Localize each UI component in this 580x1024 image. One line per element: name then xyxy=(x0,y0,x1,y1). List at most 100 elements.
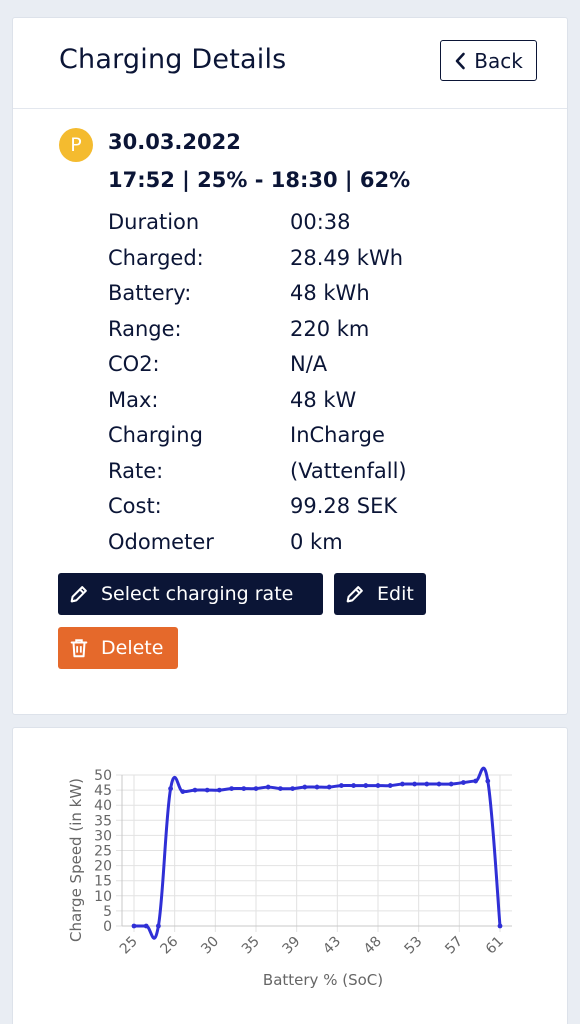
detail-label: Cost: xyxy=(108,494,162,518)
data-point xyxy=(497,923,503,929)
select-charging-rate-label: Select charging rate xyxy=(101,583,294,605)
delete-button[interactable]: Delete xyxy=(58,627,178,669)
detail-row-battery: Battery: 48 kWh xyxy=(108,276,528,312)
session-date: 30.03.2022 xyxy=(108,130,241,154)
data-point xyxy=(156,923,161,929)
detail-row-charged: Charged: 28.49 kWh xyxy=(108,241,528,277)
data-point xyxy=(143,923,149,929)
detail-value: 99.28 SEK xyxy=(290,494,398,518)
parking-badge: P xyxy=(59,128,93,162)
detail-label: Max: xyxy=(108,387,159,412)
detail-row-cost: Cost: 99.28 SEK xyxy=(108,489,528,525)
y-tick-label: 15 xyxy=(94,874,112,890)
detail-value: 00:38 xyxy=(290,210,351,234)
data-point xyxy=(387,783,393,788)
y-tick-label: 0 xyxy=(103,919,112,935)
detail-row-charging-rate-cont: Rate: (Vattenfall) xyxy=(108,454,528,490)
data-point xyxy=(229,786,235,791)
chart-series xyxy=(131,766,503,940)
delete-label: Delete xyxy=(101,637,164,659)
card-header: Charging Details Back xyxy=(13,18,567,109)
x-axis-ticks: 25 26 30 35 39 43 48 53 57 61 xyxy=(117,933,507,957)
y-tick-label: 20 xyxy=(94,859,112,875)
y-tick-label: 50 xyxy=(94,768,112,784)
data-point xyxy=(241,786,247,791)
detail-value: InCharge xyxy=(290,423,385,447)
page-title: Charging Details xyxy=(59,44,287,75)
data-point xyxy=(400,781,405,787)
select-charging-rate-button[interactable]: Select charging rate xyxy=(58,573,323,615)
detail-label: CO2: xyxy=(108,352,160,376)
detail-label: Duration xyxy=(108,210,200,234)
detail-label: Charged: xyxy=(108,245,204,270)
data-point xyxy=(168,786,174,791)
y-tick-label: 10 xyxy=(94,889,112,905)
y-tick-label: 30 xyxy=(94,828,112,844)
data-point xyxy=(302,784,308,790)
detail-value: 0 km xyxy=(290,529,343,554)
x-tick-label: 30 xyxy=(198,934,222,958)
detail-value: 28.49 kWh xyxy=(290,245,404,270)
data-point xyxy=(204,787,210,793)
charging-details-card: Charging Details Back P 30.03.2022 17:52… xyxy=(12,17,568,715)
detail-label: Range: xyxy=(108,316,182,341)
x-tick-label: 48 xyxy=(361,934,385,958)
data-point xyxy=(473,778,478,784)
back-button[interactable]: Back xyxy=(440,40,537,81)
y-axis-title: Charge Speed (in kW) xyxy=(67,778,85,942)
charge-speed-chart: 05101520253035404550 25 26 30 35 39 43 48 53 57 6… xyxy=(67,766,512,989)
data-point xyxy=(290,786,295,791)
data-point xyxy=(339,783,344,788)
y-axis-ticks: 05101520253035404550 xyxy=(94,768,112,935)
data-point xyxy=(326,784,332,790)
detail-value: N/A xyxy=(290,352,328,376)
x-tick-label: 35 xyxy=(239,934,263,958)
detail-value: (Vattenfall) xyxy=(290,458,407,483)
data-point xyxy=(180,789,186,795)
x-axis-title: Battery % (SoC) xyxy=(263,971,383,989)
detail-row-duration: Duration 00:38 xyxy=(108,205,528,241)
back-button-label: Back xyxy=(474,48,523,73)
edit-button[interactable]: Edit xyxy=(334,573,426,615)
data-point xyxy=(265,784,271,790)
detail-row-range: Range: 220 km xyxy=(108,312,528,348)
y-tick-label: 45 xyxy=(94,783,112,799)
data-point xyxy=(436,781,442,787)
data-point xyxy=(217,787,222,793)
data-point xyxy=(278,786,283,791)
detail-label: Odometer xyxy=(108,529,214,554)
detail-row-charging-rate: Charging InCharge xyxy=(108,418,528,454)
detail-row-odometer: Odometer 0 km xyxy=(108,525,528,561)
data-point xyxy=(351,783,356,788)
x-tick-label: 26 xyxy=(158,933,182,957)
session-details-table: Duration 00:38 Charged: 28.49 kWh Batter… xyxy=(108,205,528,560)
detail-row-co2: CO2: N/A xyxy=(108,347,528,383)
data-point xyxy=(192,787,198,793)
chevron-left-icon xyxy=(455,52,466,69)
data-point xyxy=(424,781,430,787)
y-tick-label: 40 xyxy=(94,798,112,814)
data-point xyxy=(485,778,491,784)
detail-value: 48 kW xyxy=(290,387,357,412)
data-point xyxy=(412,781,417,787)
data-point xyxy=(448,781,454,787)
x-tick-label: 25 xyxy=(117,934,141,958)
trash-icon xyxy=(70,639,88,658)
data-point xyxy=(375,783,381,788)
detail-value: 48 kWh xyxy=(290,281,370,305)
data-point xyxy=(363,783,369,788)
y-tick-label: 35 xyxy=(94,813,112,829)
pencil-icon xyxy=(70,586,87,603)
edit-label: Edit xyxy=(377,583,414,605)
x-tick-label: 57 xyxy=(442,934,466,958)
y-tick-label: 25 xyxy=(94,844,112,860)
session-summary: 17:52 | 25% - 18:30 | 62% xyxy=(108,168,411,192)
series-line xyxy=(133,766,502,940)
x-tick-label: 61 xyxy=(483,934,507,958)
data-point xyxy=(314,784,320,790)
y-tick-label: 5 xyxy=(103,904,112,920)
detail-value: 220 km xyxy=(290,316,370,341)
detail-label: Battery: xyxy=(108,281,192,305)
data-point xyxy=(131,923,137,929)
pencil-icon xyxy=(346,586,363,603)
